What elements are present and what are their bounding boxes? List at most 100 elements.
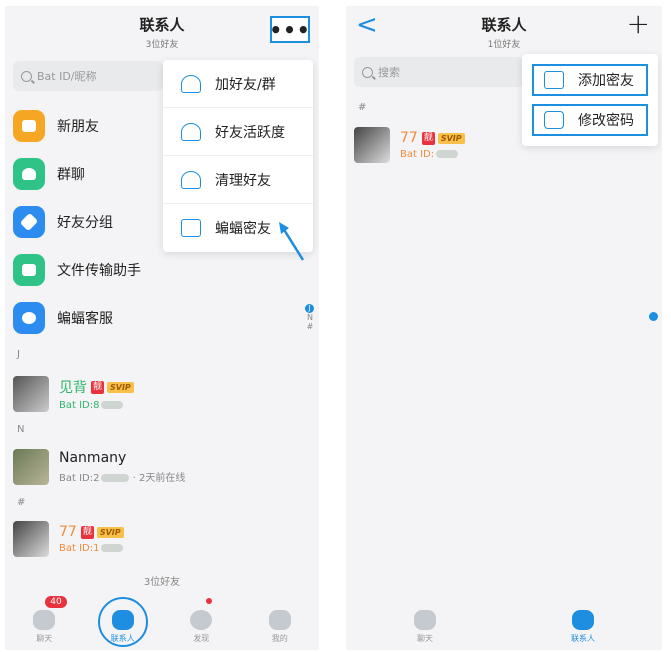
svip-badge: SVIP [107, 381, 134, 393]
header: < 联系人 1位好友 + [346, 6, 662, 56]
alphabet-index[interactable]: J N # [305, 304, 315, 331]
avatar [13, 449, 49, 485]
highlight-circle [97, 597, 148, 647]
entry-new-friends[interactable]: 新朋友 [13, 106, 99, 146]
contact-name: Nanmany [59, 450, 127, 466]
footer-friend-count: 3位好友 [143, 577, 181, 588]
menu-label: 修改密码 [578, 113, 634, 129]
chat-icon [33, 610, 56, 630]
avatar [13, 521, 49, 557]
entry-group-chat[interactable]: 群聊 [13, 154, 85, 194]
search-input[interactable]: Bat ID/昵称 [13, 61, 163, 91]
tab-label: 发现 [193, 634, 210, 643]
contact-row[interactable]: 见背 靓 SVIP Bat ID:8 [13, 376, 134, 412]
menu-item-change-password[interactable]: 修改密码 [532, 104, 648, 136]
tab-label: 我的 [271, 634, 288, 643]
contact-id: Bat ID:2 [59, 473, 100, 484]
lock-icon [544, 111, 564, 129]
entry-customer-service[interactable]: 蝙蝠客服 [13, 298, 113, 338]
planet-icon [190, 610, 213, 630]
entry-label: 蝙蝠客服 [57, 311, 113, 327]
index-dot[interactable] [649, 312, 658, 321]
search-placeholder: 搜索 [378, 66, 400, 79]
tab-me[interactable]: 我的 [255, 610, 305, 644]
tab-label: 聊天 [417, 634, 433, 643]
tab-chat[interactable]: 聊天 [400, 610, 450, 644]
section-hash: # [17, 497, 26, 508]
entry-file-transfer[interactable]: 文件传输助手 [13, 250, 141, 290]
liang-badge: 靓 [80, 525, 94, 539]
menu-label: 加好友/群 [215, 76, 276, 93]
chat-icon [414, 610, 436, 630]
tab-contacts[interactable]: 联系人 [97, 597, 148, 647]
menu-label: 添加密友 [578, 73, 634, 89]
search-placeholder: Bat ID/昵称 [37, 70, 97, 83]
search-icon [21, 70, 32, 82]
section-n: N [17, 424, 25, 435]
search-input[interactable]: 搜索 [354, 57, 524, 87]
section-hash: # [358, 102, 367, 113]
person-icon [268, 610, 291, 630]
friend-activity-icon [181, 122, 201, 141]
close-friends-screen-right: < 联系人 1位好友 + 搜索 # 77 靓 SVIP Bat ID: 添加密友… [346, 6, 662, 650]
contacts-screen-left: 联系人 3位好友 ••• Bat ID/昵称 新朋友 群聊 好友分组 文件传输助… [5, 6, 319, 650]
entry-label: 新朋友 [57, 119, 99, 135]
index-n[interactable]: N [305, 313, 315, 322]
entry-label: 文件传输助手 [57, 263, 141, 279]
bat-close-friend-icon [181, 219, 201, 237]
index-j[interactable]: J [305, 304, 314, 313]
contact-id: Bat ID:8 [59, 400, 100, 411]
avatar [13, 376, 49, 412]
contacts-icon [572, 610, 594, 630]
contact-name: 77 [59, 524, 77, 540]
more-menu-button[interactable]: ••• [269, 16, 310, 43]
contact-row[interactable]: Nanmany Bat ID:2 · 2天前在线 [13, 449, 185, 485]
tab-discover[interactable]: 发现 [176, 598, 226, 644]
tab-chat[interactable]: 40 聊天 [19, 596, 69, 644]
add-button[interactable]: + [627, 10, 650, 38]
tab-bar: 40 聊天 联系人 发现 我的 [5, 592, 319, 650]
add-friend-icon [181, 74, 201, 93]
svip-badge: SVIP [96, 526, 124, 538]
tab-label: 联系人 [571, 634, 595, 643]
contact-id: Bat ID: [400, 149, 435, 160]
index-hash[interactable]: # [305, 322, 315, 331]
tag-icon [13, 206, 45, 238]
header: 联系人 3位好友 ••• [5, 6, 319, 56]
menu-item-add-close-friend[interactable]: 添加密友 [532, 64, 648, 96]
menu-item-friend-activity[interactable]: 好友活跃度 [163, 108, 313, 156]
notification-dot [206, 598, 213, 604]
liang-badge: 靓 [421, 131, 435, 145]
avatar [354, 127, 390, 163]
entry-label: 群聊 [57, 167, 85, 183]
contact-name: 见背 [59, 380, 87, 396]
page-title: 联系人 [481, 16, 527, 34]
menu-label: 好友活跃度 [215, 124, 285, 141]
liang-badge: 靓 [91, 380, 104, 394]
entry-label: 好友分组 [57, 215, 113, 231]
menu-item-add-friend[interactable]: 加好友/群 [163, 60, 313, 108]
contact-row[interactable]: 77 靓 SVIP Bat ID: [354, 127, 465, 163]
contact-name: 77 [400, 130, 418, 146]
friend-count: 1位好友 [487, 40, 521, 50]
tab-bar: 聊天 联系人 [346, 592, 662, 650]
entry-friend-groups[interactable]: 好友分组 [13, 202, 113, 242]
new-friends-icon [13, 110, 45, 142]
last-online: · 2天前在线 [132, 473, 186, 484]
pointer-arrow-icon [279, 222, 305, 261]
menu-label: 清理好友 [215, 172, 271, 189]
clean-friends-icon [181, 170, 201, 189]
tab-contacts[interactable]: 联系人 [558, 610, 608, 644]
file-transfer-icon [13, 254, 45, 286]
contact-row[interactable]: 77 靓 SVIP Bat ID:1 [13, 521, 124, 557]
menu-item-clean-friends[interactable]: 清理好友 [163, 156, 313, 204]
group-chat-icon [13, 158, 45, 190]
search-icon [362, 66, 373, 78]
unread-badge: 40 [45, 596, 67, 608]
customer-service-icon [13, 302, 45, 334]
menu-label: 蝙蝠密友 [215, 221, 271, 237]
bat-icon [544, 71, 564, 89]
contact-id: Bat ID:1 [59, 543, 100, 554]
tab-label: 聊天 [36, 634, 53, 643]
section-j: J [17, 349, 20, 360]
